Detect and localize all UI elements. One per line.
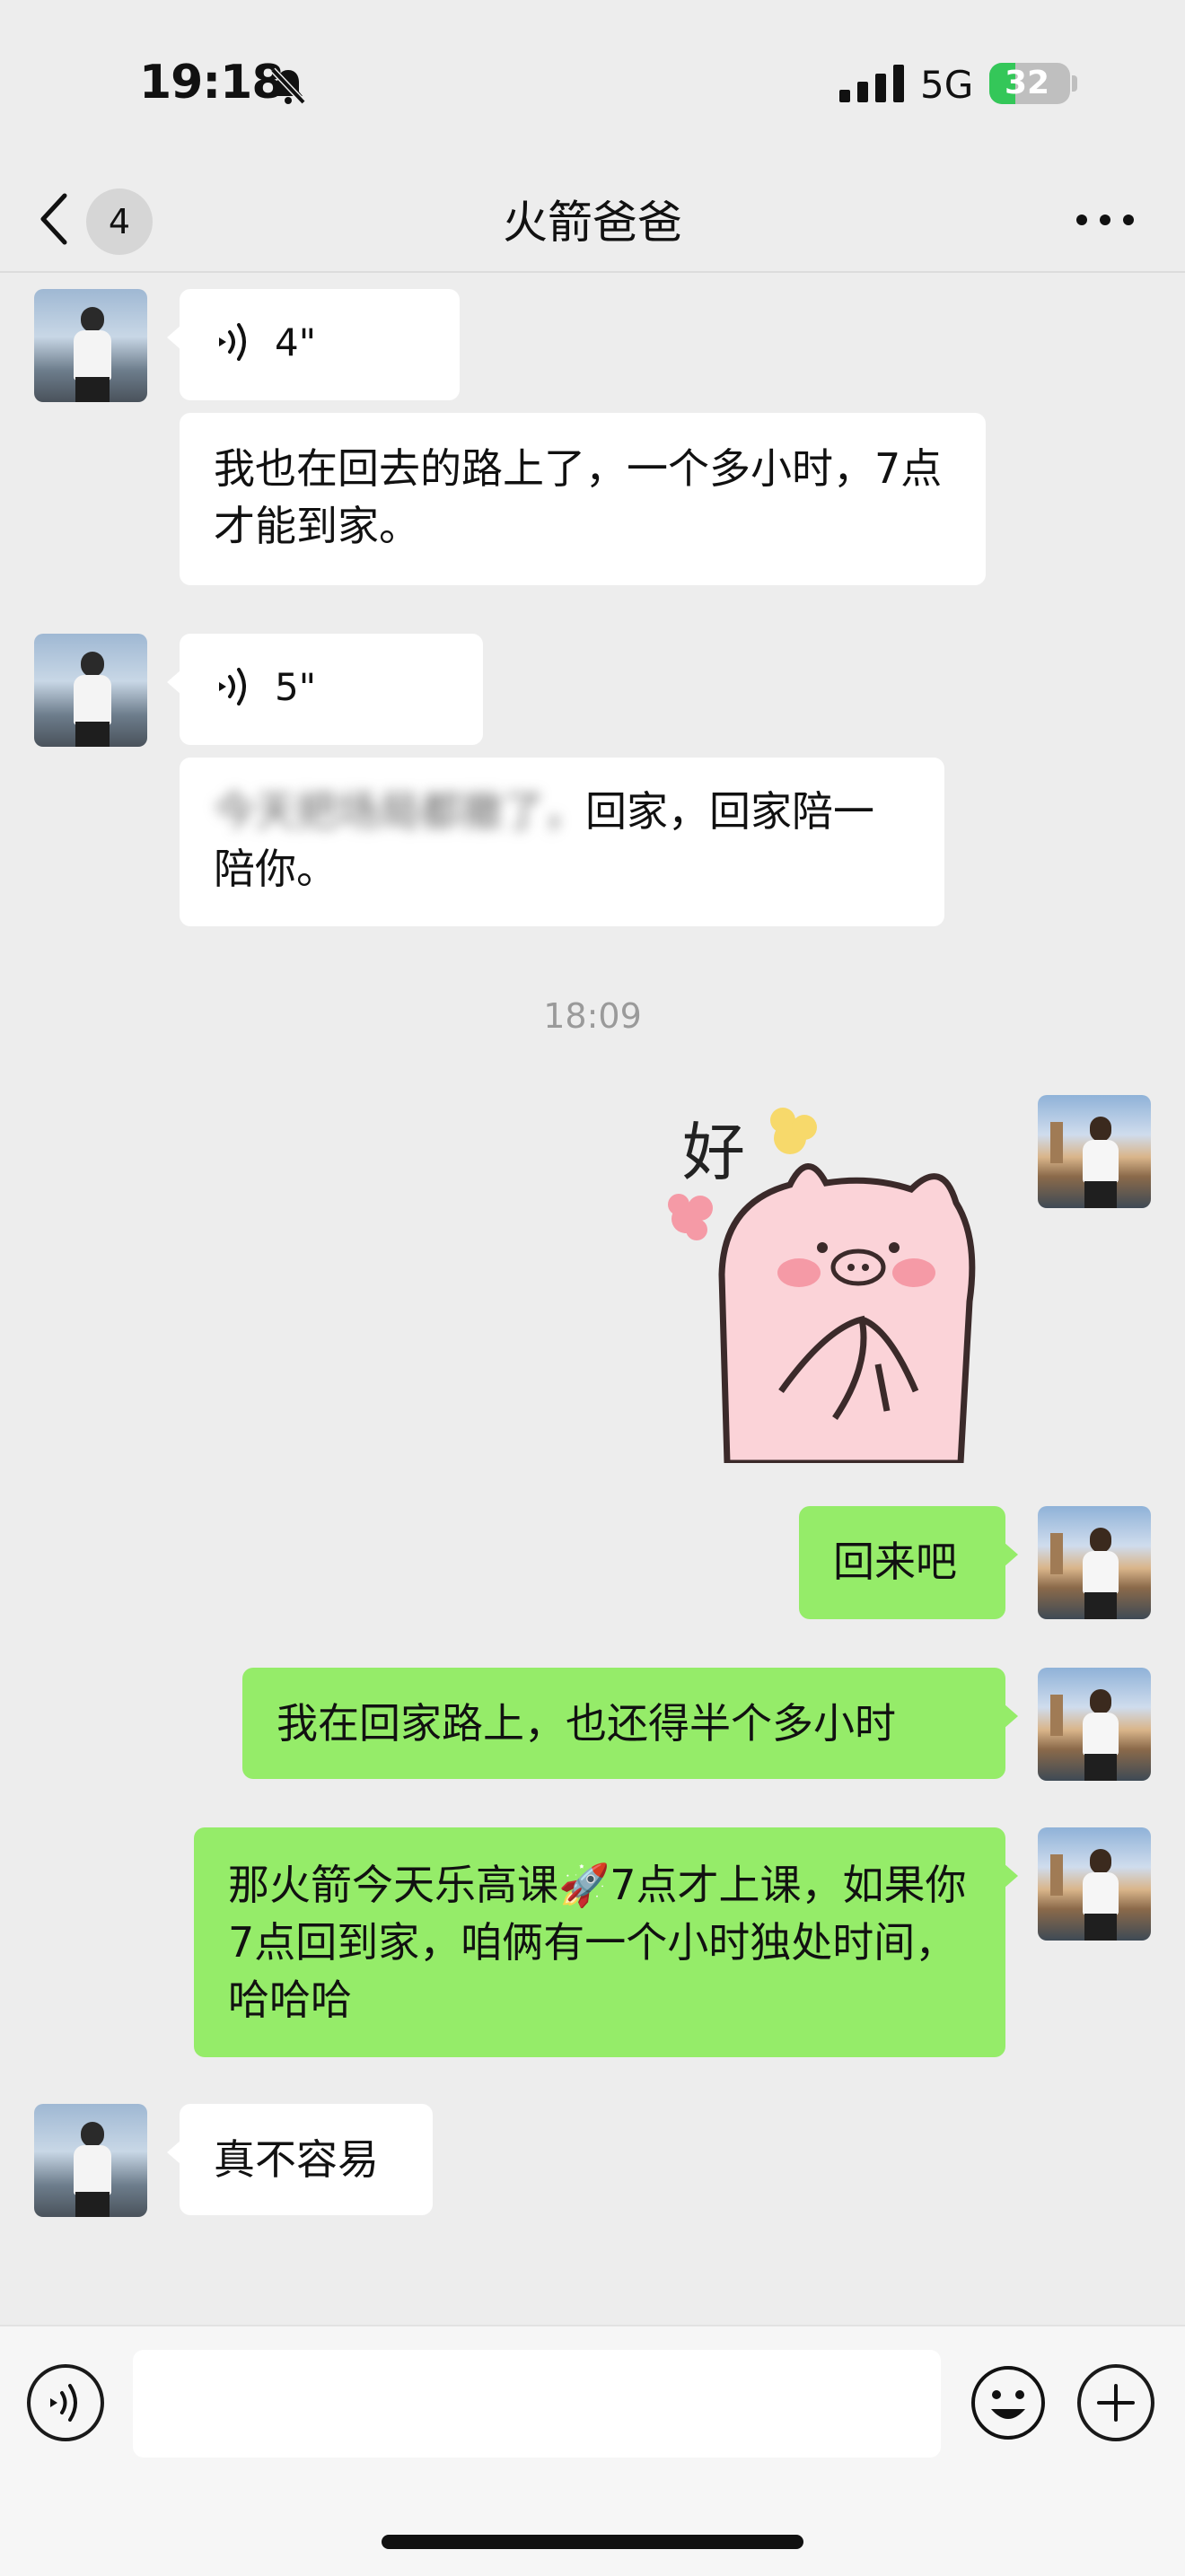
message-bubble[interactable]: 真不容易 xyxy=(167,2104,433,2215)
my-avatar[interactable] xyxy=(1038,1827,1151,1941)
contact-avatar[interactable] xyxy=(34,289,147,402)
timestamp: 18:09 xyxy=(543,996,642,1036)
message-text: 那火箭今天乐高课🚀7点才上课，如果你7点回到家，咱俩有一个小时独处时间，哈哈哈 xyxy=(228,1861,967,2024)
battery-icon: 32 xyxy=(989,63,1070,104)
voice-message[interactable]: 4" xyxy=(167,289,460,400)
message-text: 回来吧 xyxy=(833,1538,957,1586)
message-bubble[interactable]: 我在回家路上，也还得半个多小时 xyxy=(242,1668,1018,1779)
message-bubble[interactable]: 我也在回去的路上了，一个多小时，7点才能到家。 xyxy=(180,413,986,585)
contact-avatar[interactable] xyxy=(34,2104,147,2217)
bell-slash-icon xyxy=(270,67,306,105)
contact-avatar[interactable] xyxy=(34,634,147,747)
voice-duration: 5" xyxy=(275,665,317,709)
voice-duration: 4" xyxy=(275,320,317,364)
message-text: 我也在回去的路上了，一个多小时，7点才能到家。 xyxy=(214,444,943,550)
message-input[interactable] xyxy=(133,2350,941,2458)
my-avatar[interactable] xyxy=(1038,1095,1151,1208)
my-avatar[interactable] xyxy=(1038,1506,1151,1619)
voice-wave-icon xyxy=(219,323,246,361)
status-time: 19:18 xyxy=(139,56,285,110)
smiley-icon[interactable] xyxy=(970,2364,1047,2441)
message-text: 真不容易 xyxy=(214,2135,379,2184)
more-dots-icon[interactable] xyxy=(1074,197,1137,242)
obscured-text: 今天把场局都撤了， xyxy=(214,787,585,836)
network-type: 5G xyxy=(920,63,974,107)
voice-message[interactable]: 5" xyxy=(167,634,483,745)
message-bubble[interactable]: 今天把场局都撤了，回家，回家陪一陪你。 xyxy=(180,758,944,926)
voice-wave-icon xyxy=(50,2384,77,2422)
voice-input-toggle[interactable] xyxy=(27,2364,104,2441)
home-indicator xyxy=(382,2535,803,2549)
nav-bar: 4 火箭爸爸 xyxy=(0,171,1185,273)
message-text: 我在回家路上，也还得半个多小时 xyxy=(276,1699,896,1748)
pig-sticker[interactable]: 好 xyxy=(646,1095,988,1463)
status-bar: 19:18 5G 32 xyxy=(0,0,1185,171)
voice-wave-icon xyxy=(219,668,246,705)
chat-title: 火箭爸爸 xyxy=(503,197,682,249)
my-avatar[interactable] xyxy=(1038,1668,1151,1781)
sticker-text: 好 xyxy=(682,1116,745,1189)
message-bubble[interactable]: 那火箭今天乐高课🚀7点才上课，如果你7点回到家，咱俩有一个小时独处时间，哈哈哈 xyxy=(194,1827,1018,2057)
message-bubble[interactable]: 回来吧 xyxy=(799,1506,1018,1619)
battery-level: 32 xyxy=(1004,65,1050,101)
cellular-signal-icon xyxy=(839,65,904,102)
battery-nub xyxy=(1072,75,1077,92)
plus-icon[interactable] xyxy=(1077,2364,1154,2441)
